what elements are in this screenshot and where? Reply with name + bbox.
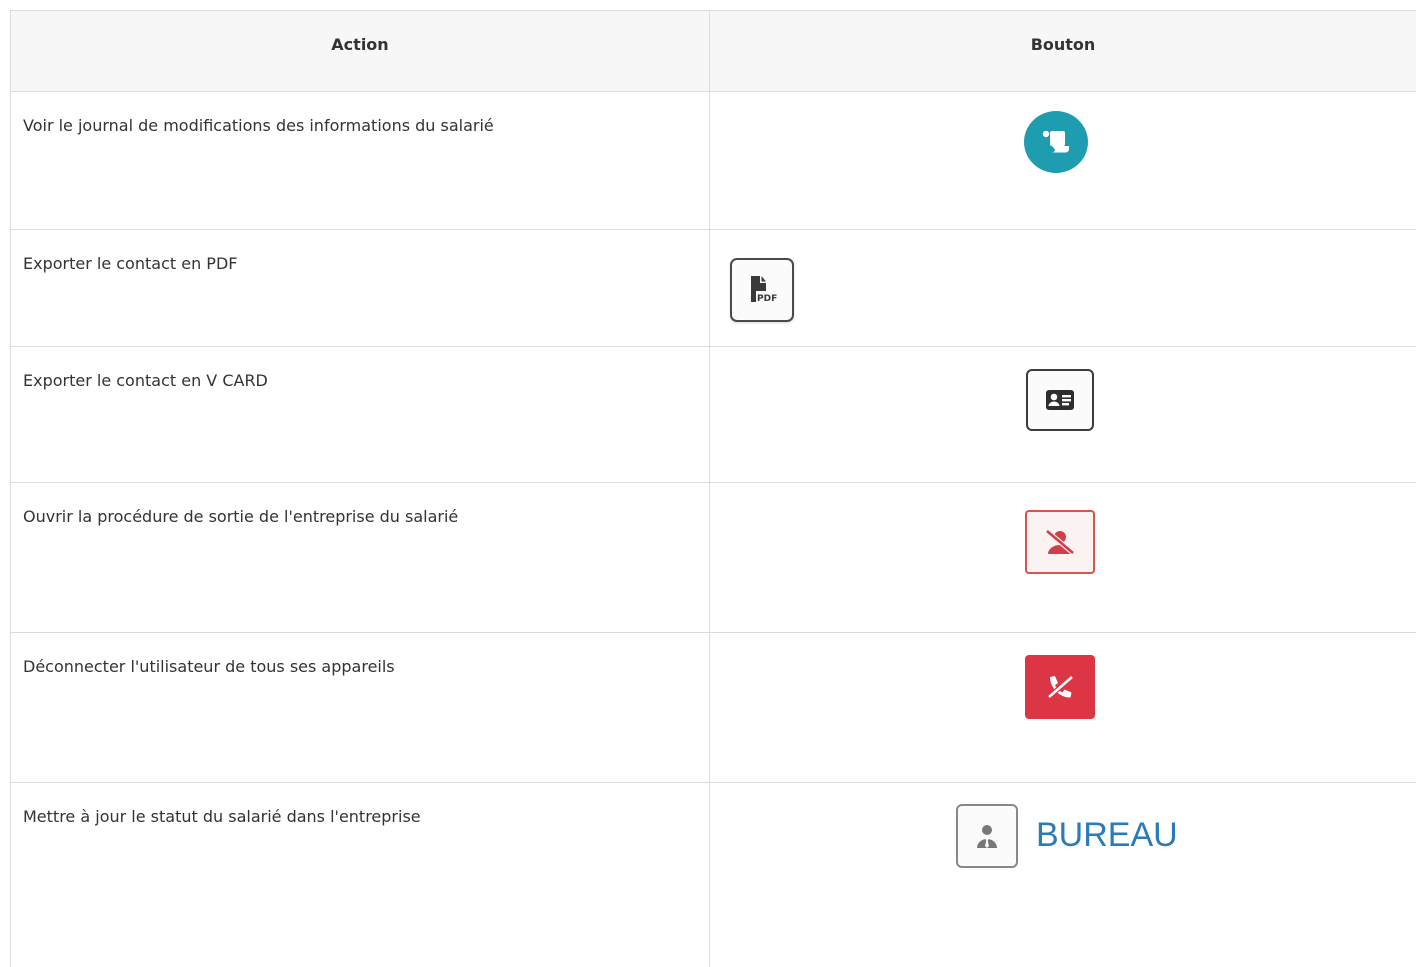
export-pdf-button[interactable]: PDF — [730, 258, 794, 322]
update-status-button[interactable] — [956, 804, 1018, 868]
button-cell: BUREAU — [710, 783, 1416, 967]
button-cell — [710, 92, 1416, 230]
table-row: Ouvrir la procédure de sortie de l'entre… — [11, 483, 1416, 633]
exit-procedure-button[interactable] — [1025, 510, 1095, 574]
pdf-file-icon: PDF — [747, 274, 777, 306]
action-description: Déconnecter l'utilisateur de tous ses ap… — [11, 633, 710, 783]
table-row: Déconnecter l'utilisateur de tous ses ap… — [11, 633, 1416, 783]
id-card-icon — [1045, 389, 1075, 411]
header-action: Action — [11, 11, 710, 92]
button-cell — [710, 347, 1416, 483]
status-label: BUREAU — [1036, 815, 1178, 855]
table-row: Exporter le contact en PDF PDF — [11, 230, 1416, 347]
pdf-icon-label: PDF — [757, 294, 777, 304]
table-row: Mettre à jour le statut du salarié dans … — [11, 783, 1416, 967]
actions-table-container: Action Bouton Voir le journal de modific… — [10, 10, 1416, 967]
scroll-icon — [1041, 129, 1071, 155]
button-cell: PDF — [710, 230, 1416, 347]
header-button: Bouton — [710, 11, 1416, 92]
action-description: Exporter le contact en V CARD — [11, 347, 710, 483]
action-description: Mettre à jour le statut du salarié dans … — [11, 783, 710, 967]
actions-table: Action Bouton Voir le journal de modific… — [10, 10, 1416, 967]
user-slash-icon — [1044, 528, 1076, 556]
action-description: Voir le journal de modifications des inf… — [11, 92, 710, 230]
table-row: Voir le journal de modifications des inf… — [11, 92, 1416, 230]
action-description: Exporter le contact en PDF — [11, 230, 710, 347]
action-description: Ouvrir la procédure de sortie de l'entre… — [11, 483, 710, 633]
phone-slash-icon — [1045, 673, 1075, 701]
export-vcard-button[interactable] — [1026, 369, 1094, 431]
table-header-row: Action Bouton — [11, 11, 1416, 92]
history-log-button[interactable] — [1024, 111, 1088, 173]
logout-all-devices-button[interactable] — [1025, 655, 1095, 719]
button-cell — [710, 633, 1416, 783]
user-tie-icon — [975, 823, 999, 849]
table-row: Exporter le contact en V CARD — [11, 347, 1416, 483]
button-cell — [710, 483, 1416, 633]
